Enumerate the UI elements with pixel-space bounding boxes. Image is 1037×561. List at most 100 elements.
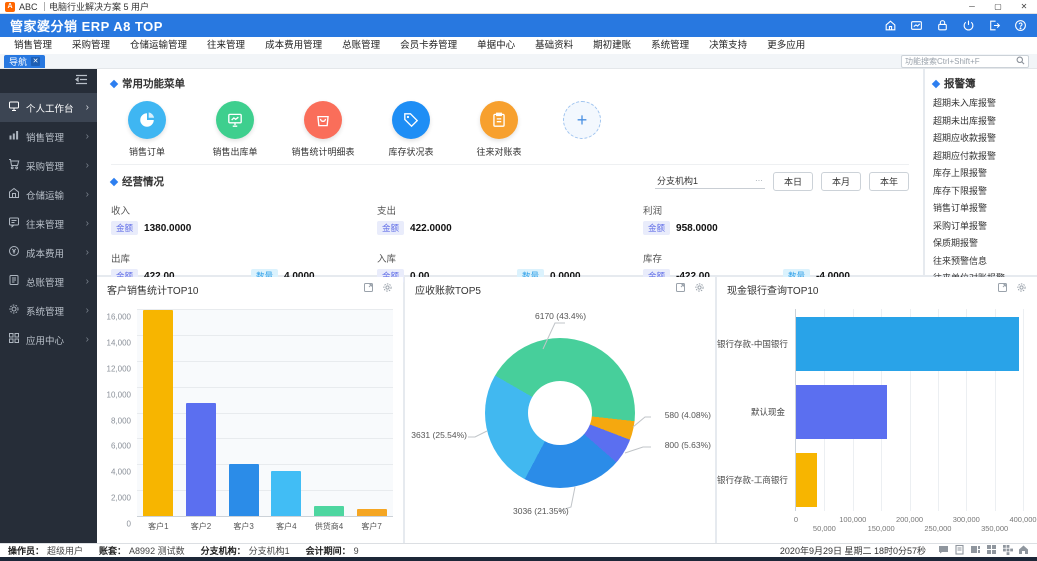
home-icon[interactable] <box>1018 544 1029 557</box>
status-datetime: 2020年9月29日 星期二 18时0分57秒 <box>780 544 926 557</box>
gridline <box>137 438 393 439</box>
menu-item[interactable]: 基础资料 <box>525 37 583 54</box>
y-tick-label: 6,000 <box>111 442 131 451</box>
tile-inventory-status[interactable]: 库存状况表 <box>375 101 447 158</box>
presentation-icon <box>216 101 254 139</box>
add-function-button[interactable]: + <box>563 101 601 139</box>
x-tick-label: 客户4 <box>265 521 308 532</box>
gear-icon[interactable] <box>382 280 393 298</box>
close-button[interactable]: ✕ <box>1011 0 1037 13</box>
operations-stats: 收入 金额1380.0000 支出 金额422.0000 利润 金额958.00… <box>111 203 909 283</box>
menu-item[interactable]: 系统管理 <box>641 37 699 54</box>
expand-icon[interactable] <box>363 280 374 298</box>
grid-icon[interactable] <box>986 544 997 557</box>
minimize-button[interactable]: ─ <box>959 0 985 13</box>
alarm-item[interactable]: 采购订单报警 <box>933 218 1029 236</box>
alarm-item[interactable]: 往来预警信息 <box>933 253 1029 271</box>
tab-label: 导航 <box>9 55 27 68</box>
tile-sales-order[interactable]: 销售订单 <box>111 101 183 158</box>
period-button-today[interactable]: 本日 <box>773 172 813 191</box>
lock-icon[interactable] <box>936 19 949 32</box>
x-tick-label: 350,000 <box>981 524 1008 533</box>
gear-icon[interactable] <box>694 280 705 298</box>
maximize-button[interactable]: ▢ <box>985 0 1011 13</box>
chart-title: 应收账款TOP5 <box>415 282 667 297</box>
tile-reconciliation[interactable]: 往来对账表 <box>463 101 535 158</box>
search-icon[interactable] <box>1016 52 1025 70</box>
money-icon <box>8 245 20 260</box>
menu-bar: 销售管理 采购管理 仓储运输管理 往来管理 成本费用管理 总账管理 会员卡券管理… <box>0 37 1037 54</box>
power-icon[interactable] <box>962 19 975 32</box>
stat-amount: 958.0000 <box>676 223 718 234</box>
alarm-item[interactable]: 保质期报警 <box>933 235 1029 253</box>
amount-badge: 金额 <box>111 221 138 235</box>
menu-item[interactable]: 单据中心 <box>467 37 525 54</box>
help-icon[interactable] <box>1014 19 1027 32</box>
gear-icon[interactable] <box>1016 280 1027 298</box>
menu-item[interactable]: 成本费用管理 <box>255 37 332 54</box>
receivables-chart-panel: 应收账款TOP5 <box>405 277 715 543</box>
menu-item[interactable]: 销售管理 <box>4 37 62 54</box>
menu-item[interactable]: 往来管理 <box>197 37 255 54</box>
sidebar-item-cost[interactable]: 成本费用 <box>0 238 97 267</box>
menu-item[interactable]: 总账管理 <box>332 37 390 54</box>
sidebar-item-label: 应用中心 <box>26 333 64 347</box>
sidebar-item-ledger[interactable]: 总账管理 <box>0 267 97 296</box>
alarm-item[interactable]: 库存上限报警 <box>933 165 1029 183</box>
alarm-item[interactable]: 超期未入库报警 <box>933 95 1029 113</box>
pie-label: 800 (5.63%) <box>665 440 711 450</box>
blocks-icon[interactable] <box>1002 544 1013 557</box>
sidebar-item-label: 销售管理 <box>26 130 64 144</box>
customer-sales-chart-panel: 客户销售统计TOP10 02,0004,0006,0008,00010,0001… <box>97 277 403 543</box>
alarm-item[interactable]: 超期应付款报警 <box>933 148 1029 166</box>
tile-sales-delivery[interactable]: 销售出库单 <box>199 101 271 158</box>
sidebar-item-label: 采购管理 <box>26 159 64 173</box>
period-button-year[interactable]: 本年 <box>869 172 909 191</box>
sidebar-collapse-icon[interactable] <box>75 72 88 90</box>
x-tick-label: 250,000 <box>924 524 951 533</box>
sidebar-item-system[interactable]: 系统管理 <box>0 296 97 325</box>
y-tick-label: 4,000 <box>111 468 131 477</box>
menu-item[interactable]: 决策支持 <box>699 37 757 54</box>
bar <box>314 506 344 516</box>
logout-icon[interactable] <box>988 19 1001 32</box>
sidebar-item-sales[interactable]: 销售管理 <box>0 122 97 151</box>
tile-sales-report[interactable]: 销售统计明细表 <box>287 101 359 158</box>
tab-close-icon[interactable]: ✕ <box>31 57 40 66</box>
sidebar-item-purchase[interactable]: 采购管理 <box>0 151 97 180</box>
expand-icon[interactable] <box>675 280 686 298</box>
sidebar-item-personal-workspace[interactable]: 个人工作台 <box>0 93 97 122</box>
period-button-month[interactable]: 本月 <box>821 172 861 191</box>
menu-item[interactable]: 会员卡券管理 <box>390 37 467 54</box>
tab-strip: 导航 ✕ <box>0 54 1037 69</box>
alarm-item[interactable]: 库存下限报警 <box>933 183 1029 201</box>
menu-item[interactable]: 期初建账 <box>583 37 641 54</box>
search-input[interactable] <box>905 57 1016 66</box>
app-logo-icon: A <box>5 2 15 12</box>
sidebar-item-label: 总账管理 <box>26 275 64 289</box>
note-icon[interactable] <box>954 544 965 557</box>
menu-item[interactable]: 仓储运输管理 <box>120 37 197 54</box>
panel-icon[interactable] <box>970 544 981 557</box>
function-search <box>901 55 1029 68</box>
expand-icon[interactable] <box>997 280 1008 298</box>
sidebar-item-contacts[interactable]: 往来管理 <box>0 209 97 238</box>
alarm-item[interactable]: 超期应收款报警 <box>933 130 1029 148</box>
cash-bank-body: 050,000100,000150,000200,000250,000300,0… <box>717 301 1037 543</box>
y-tick-label: 0 <box>127 520 131 529</box>
sidebar-item-app-center[interactable]: 应用中心 <box>0 325 97 354</box>
alarm-item[interactable]: 销售订单报警 <box>933 200 1029 218</box>
alarm-item[interactable]: 超期未出库报警 <box>933 113 1029 131</box>
donut-hole <box>528 381 592 445</box>
branch-selector[interactable]: 分支机构1 <box>655 174 765 189</box>
sidebar-item-warehouse[interactable]: 仓储运输 <box>0 180 97 209</box>
message-icon[interactable] <box>938 544 949 557</box>
y-tick-label: 2,000 <box>111 494 131 503</box>
menu-item[interactable]: 采购管理 <box>62 37 120 54</box>
sidebar-item-label: 个人工作台 <box>26 101 74 115</box>
menu-item[interactable]: 更多应用 <box>757 37 815 54</box>
tab-navigation[interactable]: 导航 ✕ <box>4 55 45 68</box>
status-label: 会计期间： <box>306 546 351 556</box>
dashboard-icon[interactable] <box>910 19 923 32</box>
home-icon[interactable] <box>884 19 897 32</box>
